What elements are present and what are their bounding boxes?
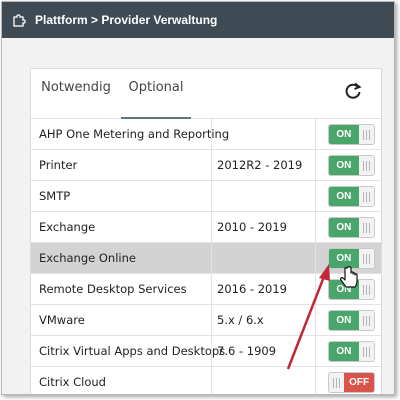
- toggle-knob[interactable]: [358, 156, 374, 175]
- grip-icon: [362, 222, 370, 233]
- provider-toggle[interactable]: ON: [328, 310, 375, 331]
- grip-icon: [362, 160, 370, 171]
- provider-name: SMTP: [39, 189, 71, 203]
- provider-name: VMware: [39, 313, 85, 327]
- toggle-state-label: ON: [329, 156, 359, 175]
- provider-row[interactable]: Remote Desktop Services 2016 - 2019 ON: [31, 274, 381, 305]
- app-window: Plattform > Provider Verwaltung Notwendi…: [1, 1, 395, 395]
- provider-toggle[interactable]: ON: [328, 186, 375, 207]
- toggle-state-label: ON: [329, 311, 359, 330]
- provider-toggle[interactable]: ON: [328, 341, 375, 362]
- provider-toggle[interactable]: ON: [328, 279, 375, 300]
- toggle-knob[interactable]: [358, 125, 374, 144]
- provider-row[interactable]: Exchange 2010 - 2019 ON: [31, 212, 381, 243]
- provider-row[interactable]: Citrix Virtual Apps and Desktops 7.6 - 1…: [31, 336, 381, 367]
- provider-toggle[interactable]: ON: [328, 124, 375, 145]
- provider-version: 2010 - 2019: [211, 212, 316, 243]
- breadcrumb[interactable]: Plattform > Provider Verwaltung: [35, 13, 217, 27]
- toggle-state-label: ON: [329, 342, 359, 361]
- provider-toggle[interactable]: ON: [328, 248, 375, 269]
- provider-row[interactable]: Exchange Online ON: [31, 243, 381, 274]
- grip-icon: [333, 377, 341, 388]
- grip-icon: [362, 346, 370, 357]
- provider-row[interactable]: Printer 2012R2 - 2019 ON: [31, 150, 381, 181]
- toggle-knob[interactable]: [358, 311, 374, 330]
- toggle-knob[interactable]: [358, 218, 374, 237]
- provider-name: Exchange: [39, 220, 96, 234]
- header-bar: Plattform > Provider Verwaltung: [2, 2, 394, 38]
- provider-version: [211, 367, 316, 394]
- grip-icon: [362, 315, 370, 326]
- provider-toggle[interactable]: OFF: [328, 372, 375, 393]
- provider-name: Citrix Virtual Apps and Desktops: [39, 344, 226, 358]
- tab-notwendig[interactable]: Notwendig: [33, 69, 119, 119]
- toggle-state-label: OFF: [344, 373, 374, 392]
- toggle-knob[interactable]: [358, 342, 374, 361]
- toggle-state-label: ON: [329, 125, 359, 144]
- puzzle-icon: [12, 11, 30, 29]
- provider-row[interactable]: VMware 5.x / 6.x ON: [31, 305, 381, 336]
- provider-version: [211, 181, 316, 212]
- toggle-knob[interactable]: [358, 249, 374, 268]
- grip-icon: [362, 253, 370, 264]
- refresh-icon[interactable]: [342, 80, 364, 102]
- provider-list: AHP One Metering and Reporting ON Printe…: [31, 119, 381, 394]
- provider-version: [211, 243, 316, 274]
- provider-row[interactable]: SMTP ON: [31, 181, 381, 212]
- provider-version: [211, 119, 316, 150]
- provider-name: Citrix Cloud: [39, 375, 106, 389]
- grip-icon: [362, 191, 370, 202]
- provider-version: 2012R2 - 2019: [211, 150, 316, 181]
- provider-name: AHP One Metering and Reporting: [39, 127, 230, 141]
- tab-optional[interactable]: Optional: [121, 69, 191, 119]
- toggle-knob[interactable]: [358, 280, 374, 299]
- provider-version: 2016 - 2019: [211, 274, 316, 305]
- provider-name: Printer: [39, 158, 78, 172]
- tab-bar: Notwendig Optional: [31, 69, 381, 119]
- provider-name: Exchange Online: [39, 251, 136, 265]
- provider-version: 5.x / 6.x: [211, 305, 316, 336]
- provider-panel: Notwendig Optional AHP One Metering and …: [30, 68, 382, 394]
- provider-toggle[interactable]: ON: [328, 217, 375, 238]
- toggle-knob[interactable]: [329, 373, 345, 392]
- toggle-state-label: ON: [329, 218, 359, 237]
- provider-name: Remote Desktop Services: [39, 282, 187, 296]
- toggle-state-label: ON: [329, 249, 359, 268]
- provider-row[interactable]: Citrix Cloud OFF: [31, 367, 381, 394]
- toggle-knob[interactable]: [358, 187, 374, 206]
- toggle-state-label: ON: [329, 187, 359, 206]
- grip-icon: [362, 129, 370, 140]
- provider-toggle[interactable]: ON: [328, 155, 375, 176]
- grip-icon: [362, 284, 370, 295]
- provider-row[interactable]: AHP One Metering and Reporting ON: [31, 119, 381, 150]
- toggle-state-label: ON: [329, 280, 359, 299]
- provider-version: 7.6 - 1909: [211, 336, 316, 367]
